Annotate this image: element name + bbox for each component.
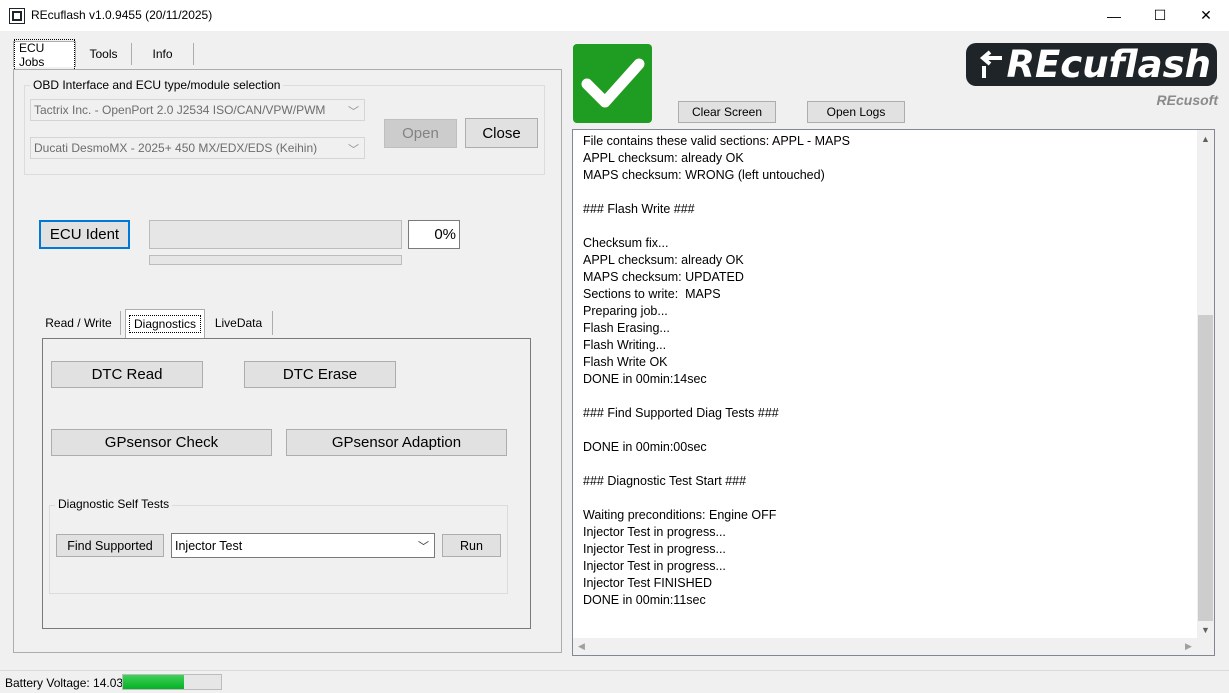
logo-wordmark: REcuflash [1006, 43, 1212, 86]
horizontal-scrollbar[interactable]: ◀ ▶ [573, 638, 1197, 655]
maximize-button[interactable]: ☐ [1137, 0, 1183, 31]
open-button-label: Open [402, 125, 439, 142]
interface-select-value: Tactrix Inc. - OpenPort 2.0 J2534 ISO/CA… [34, 103, 326, 117]
dtc-erase-button[interactable]: DTC Erase [244, 361, 396, 388]
vertical-scroll-thumb[interactable] [1198, 315, 1213, 621]
ecu-ident-button-label: ECU Ident [49, 226, 120, 243]
open-logs-label: Open Logs [826, 105, 886, 119]
tab-livedata[interactable]: LiveData [205, 311, 273, 335]
tab-read-write[interactable]: Read / Write [37, 311, 121, 335]
log-line: ### Diagnostic Test Start ### [583, 474, 747, 488]
scroll-down-icon[interactable]: ▼ [1197, 621, 1214, 638]
log-line: Checksum fix... [583, 236, 669, 250]
title-bar: REcuflash v1.0.9455 (20/11/2025) — ☐ ✕ [0, 0, 1229, 31]
minimize-button[interactable]: — [1091, 0, 1137, 31]
log-line: Flash Writing... [583, 338, 667, 352]
chevron-down-icon: ﹀ [348, 106, 359, 118]
tab-read-write-label: Read / Write [45, 316, 112, 330]
secondary-progress-bar [149, 255, 402, 265]
obd-group-title: OBD Interface and ECU type/module select… [30, 78, 284, 92]
app-icon [9, 8, 25, 24]
dtc-read-button[interactable]: DTC Read [51, 361, 203, 388]
ecu-select-value: Ducati DesmoMX - 2025+ 450 MX/EDX/EDS (K… [34, 141, 318, 155]
log-line: Flash Erasing... [583, 321, 670, 335]
log-output[interactable]: File contains these valid sections: APPL… [572, 129, 1215, 656]
gpsensor-adaption-label: GPsensor Adaption [331, 434, 462, 451]
self-test-select-value: Injector Test [175, 538, 243, 553]
battery-level-fill [123, 675, 184, 689]
window-title: REcuflash v1.0.9455 (20/11/2025) [31, 8, 213, 22]
maximize-icon: ☐ [1153, 7, 1167, 23]
battery-voltage-label: Battery Voltage: 14.03 [5, 676, 124, 690]
checkmark-icon [581, 58, 645, 108]
tab-tools[interactable]: Tools [76, 43, 132, 65]
log-line: Injector Test in progress... [583, 525, 726, 539]
self-test-select[interactable]: Injector Test ﹀ [171, 533, 435, 558]
interface-select[interactable]: Tactrix Inc. - OpenPort 2.0 J2534 ISO/CA… [30, 99, 365, 121]
log-line: ### Flash Write ### [583, 202, 695, 216]
log-line: APPL checksum: already OK [583, 151, 744, 165]
tab-tools-label: Tools [89, 47, 118, 61]
gpsensor-check-label: GPsensor Check [104, 434, 219, 451]
log-line: ### Find Supported Diag Tests ### [583, 406, 779, 420]
tab-livedata-label: LiveData [214, 316, 263, 330]
close-window-button[interactable]: ✕ [1183, 0, 1229, 31]
log-line: DONE in 00min:14sec [583, 372, 707, 386]
chevron-down-icon: ﹀ [418, 541, 429, 553]
gpsensor-check-button[interactable]: GPsensor Check [51, 429, 272, 456]
status-bar: Battery Voltage: 14.03 [0, 670, 1229, 693]
recusoft-logo: REcusoft [1156, 92, 1218, 108]
tab-info[interactable]: Info [132, 43, 194, 65]
close-button-label: Close [482, 124, 521, 142]
gpsensor-adaption-button[interactable]: GPsensor Adaption [286, 429, 507, 456]
dtc-erase-label: DTC Erase [282, 366, 358, 383]
log-line: DONE in 00min:11sec [583, 593, 706, 607]
success-indicator [573, 44, 652, 123]
minimize-icon: — [1107, 7, 1121, 24]
log-line: MAPS checksum: WRONG (left untouched) [583, 168, 825, 182]
back-arrow-logo-icon [979, 50, 1002, 78]
open-logs-button[interactable]: Open Logs [807, 101, 905, 123]
vertical-scrollbar[interactable]: ▲ ▼ [1197, 130, 1214, 638]
close-icon: ✕ [1200, 7, 1212, 23]
clear-screen-label: Clear Screen [691, 105, 763, 119]
log-line: Injector Test in progress... [583, 559, 726, 573]
log-line: File contains these valid sections: APPL… [583, 134, 851, 148]
log-line: Sections to write: MAPS [583, 287, 721, 301]
scroll-left-icon[interactable]: ◀ [573, 638, 590, 655]
run-label: Run [460, 538, 483, 553]
close-button[interactable]: Close [465, 118, 538, 148]
scroll-right-icon[interactable]: ▶ [1180, 638, 1197, 655]
recuflash-logo: REcuflash [966, 43, 1217, 86]
ecu-select[interactable]: Ducati DesmoMX - 2025+ 450 MX/EDX/EDS (K… [30, 137, 365, 159]
tab-diagnostics-label: Diagnostics [128, 315, 202, 333]
find-supported-label: Find Supported [67, 538, 153, 553]
log-line: Waiting preconditions: Engine OFF [583, 508, 777, 522]
tab-ecu-jobs-label: ECU Jobs [14, 38, 75, 71]
tab-info-label: Info [152, 47, 173, 61]
log-line: MAPS checksum: UPDATED [583, 270, 744, 284]
ecu-ident-button[interactable]: ECU Ident [39, 220, 130, 249]
log-line: Injector Test in progress... [583, 542, 726, 556]
log-line: Preparing job... [583, 304, 668, 318]
log-line: Flash Write OK [583, 355, 668, 369]
run-button[interactable]: Run [442, 534, 501, 557]
log-line: DONE in 00min:00sec [583, 440, 707, 454]
open-button[interactable]: Open [384, 119, 457, 148]
tab-ecu-jobs[interactable]: ECU Jobs [13, 38, 76, 71]
self-tests-title: Diagnostic Self Tests [55, 497, 173, 511]
find-supported-button[interactable]: Find Supported [56, 534, 164, 557]
ident-progress-bar [149, 220, 402, 249]
scroll-up-icon[interactable]: ▲ [1197, 130, 1214, 147]
log-line: Injector Test FINISHED [583, 576, 712, 590]
battery-level-bar [122, 674, 222, 690]
chevron-down-icon: ﹀ [348, 144, 359, 156]
clear-screen-button[interactable]: Clear Screen [678, 101, 776, 123]
scroll-corner [1197, 638, 1214, 655]
ident-percent-value: 0% [434, 226, 456, 243]
log-line: APPL checksum: already OK [583, 253, 744, 267]
ident-percent-field: 0% [408, 220, 460, 249]
tab-diagnostics[interactable]: Diagnostics [125, 309, 205, 338]
dtc-read-label: DTC Read [91, 366, 163, 383]
